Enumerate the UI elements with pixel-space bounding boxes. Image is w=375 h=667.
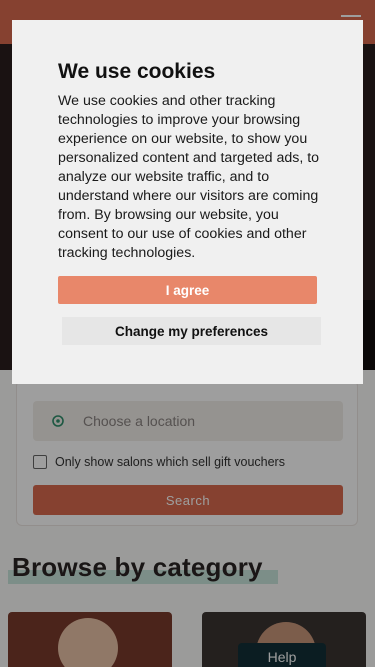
cookie-dialog-body: We use cookies and other tracking techno… xyxy=(58,93,320,261)
change-preferences-button[interactable]: Change my preferences xyxy=(62,317,321,345)
agree-button[interactable]: I agree xyxy=(58,276,317,304)
cookie-dialog-title: We use cookies xyxy=(58,60,216,83)
cookie-consent-dialog: We use cookies We use cookies and other … xyxy=(12,20,363,384)
